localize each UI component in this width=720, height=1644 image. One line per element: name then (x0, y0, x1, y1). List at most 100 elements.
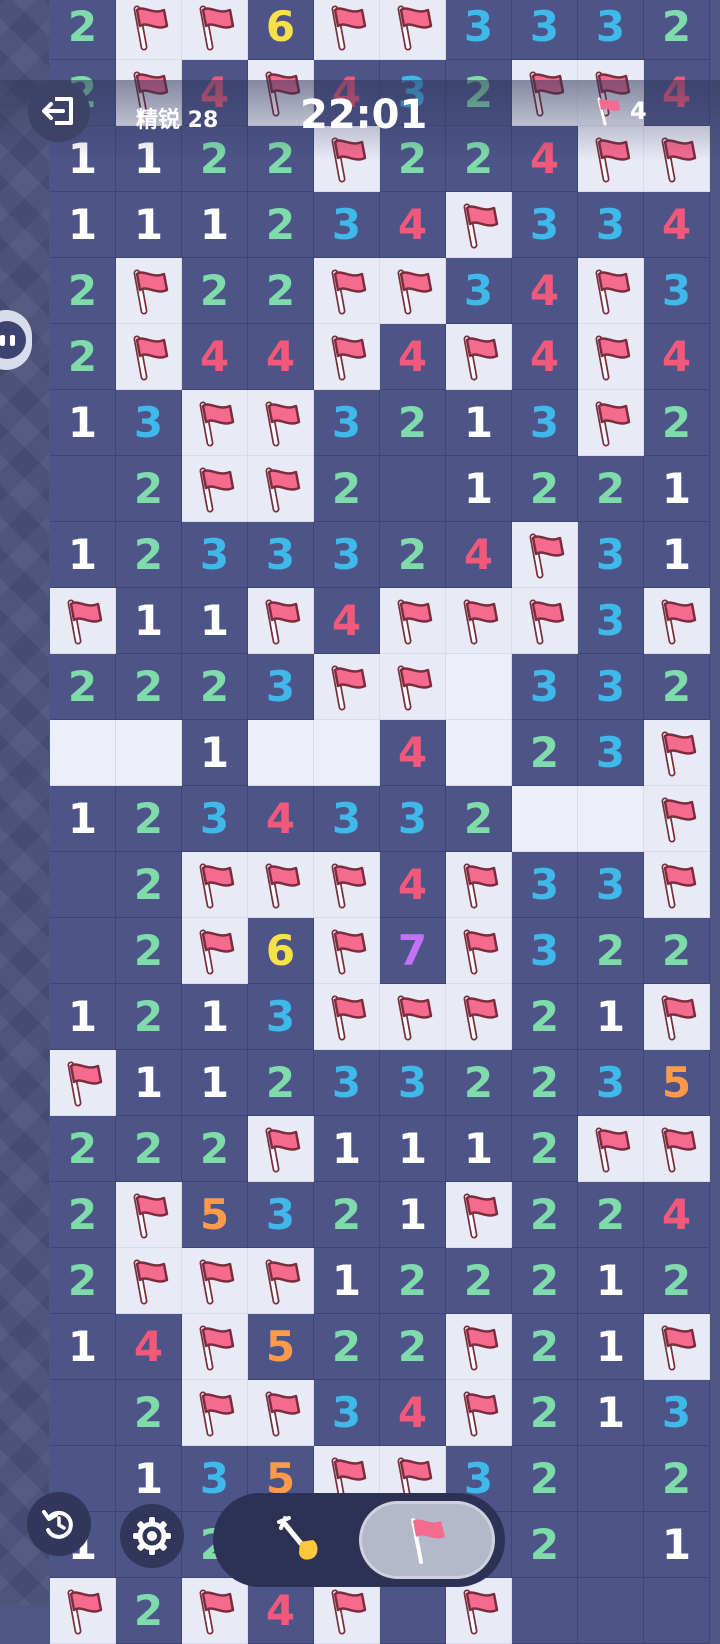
flagged-cell[interactable] (314, 984, 380, 1050)
flagged-cell[interactable] (380, 654, 446, 720)
flagged-cell[interactable] (578, 390, 644, 456)
flagged-cell[interactable] (578, 1116, 644, 1182)
flagged-cell[interactable] (116, 324, 182, 390)
number-cell[interactable]: 1 (182, 1050, 248, 1116)
flagged-cell[interactable] (446, 588, 512, 654)
number-cell[interactable]: 3 (512, 852, 578, 918)
flagged-cell[interactable] (116, 1182, 182, 1248)
number-cell[interactable]: 1 (644, 522, 710, 588)
empty-cell[interactable] (644, 1578, 710, 1644)
number-cell[interactable]: 3 (644, 258, 710, 324)
number-cell[interactable]: 1 (644, 1512, 710, 1578)
unrevealed-cell[interactable] (512, 786, 578, 852)
number-cell[interactable]: 1 (314, 1116, 380, 1182)
number-cell[interactable]: 2 (380, 1248, 446, 1314)
number-cell[interactable]: 4 (314, 588, 380, 654)
unrevealed-cell[interactable] (446, 654, 512, 720)
flagged-cell[interactable] (446, 192, 512, 258)
number-cell[interactable]: 4 (644, 192, 710, 258)
number-cell[interactable]: 1 (182, 192, 248, 258)
number-cell[interactable]: 2 (116, 918, 182, 984)
number-cell[interactable]: 3 (512, 918, 578, 984)
number-cell[interactable]: 4 (644, 1182, 710, 1248)
number-cell[interactable]: 3 (644, 1380, 710, 1446)
number-cell[interactable]: 2 (116, 786, 182, 852)
flagged-cell[interactable] (182, 852, 248, 918)
number-cell[interactable]: 5 (248, 1314, 314, 1380)
number-cell[interactable]: 3 (578, 720, 644, 786)
number-cell[interactable]: 3 (314, 192, 380, 258)
number-cell[interactable]: 2 (578, 918, 644, 984)
number-cell[interactable]: 1 (50, 786, 116, 852)
number-cell[interactable]: 3 (578, 588, 644, 654)
number-cell[interactable]: 2 (50, 1116, 116, 1182)
number-cell[interactable]: 4 (248, 786, 314, 852)
flagged-cell[interactable] (116, 0, 182, 60)
flagged-cell[interactable] (380, 258, 446, 324)
number-cell[interactable]: 3 (578, 192, 644, 258)
flagged-cell[interactable] (248, 1248, 314, 1314)
flagged-cell[interactable] (446, 1380, 512, 1446)
number-cell[interactable]: 1 (182, 984, 248, 1050)
number-cell[interactable]: 1 (116, 1446, 182, 1512)
number-cell[interactable]: 4 (116, 1314, 182, 1380)
number-cell[interactable]: 3 (512, 654, 578, 720)
flagged-cell[interactable] (314, 0, 380, 60)
number-cell[interactable]: 2 (116, 654, 182, 720)
number-cell[interactable]: 2 (380, 522, 446, 588)
number-cell[interactable]: 2 (644, 390, 710, 456)
flagged-cell[interactable] (644, 588, 710, 654)
number-cell[interactable]: 4 (512, 324, 578, 390)
empty-cell[interactable] (578, 1512, 644, 1578)
number-cell[interactable]: 2 (50, 258, 116, 324)
flagged-cell[interactable] (248, 1116, 314, 1182)
number-cell[interactable]: 1 (578, 1380, 644, 1446)
empty-cell[interactable] (50, 852, 116, 918)
minesweeper-board[interactable]: 2633322443241122224111234334222343244444… (50, 0, 710, 1644)
flagged-cell[interactable] (446, 918, 512, 984)
number-cell[interactable]: 4 (380, 1380, 446, 1446)
number-cell[interactable]: 2 (446, 1248, 512, 1314)
flagged-cell[interactable] (182, 1380, 248, 1446)
flag-mode-button[interactable] (359, 1501, 495, 1579)
empty-cell[interactable] (50, 1380, 116, 1446)
number-cell[interactable]: 1 (578, 1248, 644, 1314)
number-cell[interactable]: 3 (578, 0, 644, 60)
flagged-cell[interactable] (50, 1050, 116, 1116)
number-cell[interactable]: 2 (644, 1446, 710, 1512)
number-cell[interactable]: 4 (380, 720, 446, 786)
number-cell[interactable]: 3 (578, 654, 644, 720)
flagged-cell[interactable] (380, 0, 446, 60)
flagged-cell[interactable] (512, 522, 578, 588)
number-cell[interactable]: 5 (182, 1182, 248, 1248)
number-cell[interactable]: 2 (314, 456, 380, 522)
number-cell[interactable]: 1 (50, 984, 116, 1050)
number-cell[interactable]: 2 (182, 1116, 248, 1182)
flagged-cell[interactable] (380, 588, 446, 654)
dig-flag-mode-toggle[interactable] (213, 1493, 505, 1587)
unrevealed-cell[interactable] (446, 720, 512, 786)
flagged-cell[interactable] (380, 984, 446, 1050)
empty-cell[interactable] (380, 456, 446, 522)
number-cell[interactable]: 2 (512, 1446, 578, 1512)
flagged-cell[interactable] (578, 258, 644, 324)
number-cell[interactable]: 2 (50, 0, 116, 60)
number-cell[interactable]: 4 (380, 192, 446, 258)
number-cell[interactable]: 3 (512, 192, 578, 258)
number-cell[interactable]: 3 (578, 522, 644, 588)
number-cell[interactable]: 3 (314, 390, 380, 456)
number-cell[interactable]: 5 (644, 1050, 710, 1116)
flagged-cell[interactable] (182, 0, 248, 60)
exit-button[interactable] (28, 80, 90, 142)
flagged-cell[interactable] (182, 390, 248, 456)
number-cell[interactable]: 2 (512, 1116, 578, 1182)
restart-button[interactable] (27, 1492, 91, 1556)
number-cell[interactable]: 2 (116, 1116, 182, 1182)
flagged-cell[interactable] (644, 852, 710, 918)
flagged-cell[interactable] (248, 1380, 314, 1446)
flagged-cell[interactable] (116, 1248, 182, 1314)
number-cell[interactable]: 3 (314, 1050, 380, 1116)
number-cell[interactable]: 2 (446, 786, 512, 852)
number-cell[interactable]: 4 (182, 324, 248, 390)
number-cell[interactable]: 1 (644, 456, 710, 522)
